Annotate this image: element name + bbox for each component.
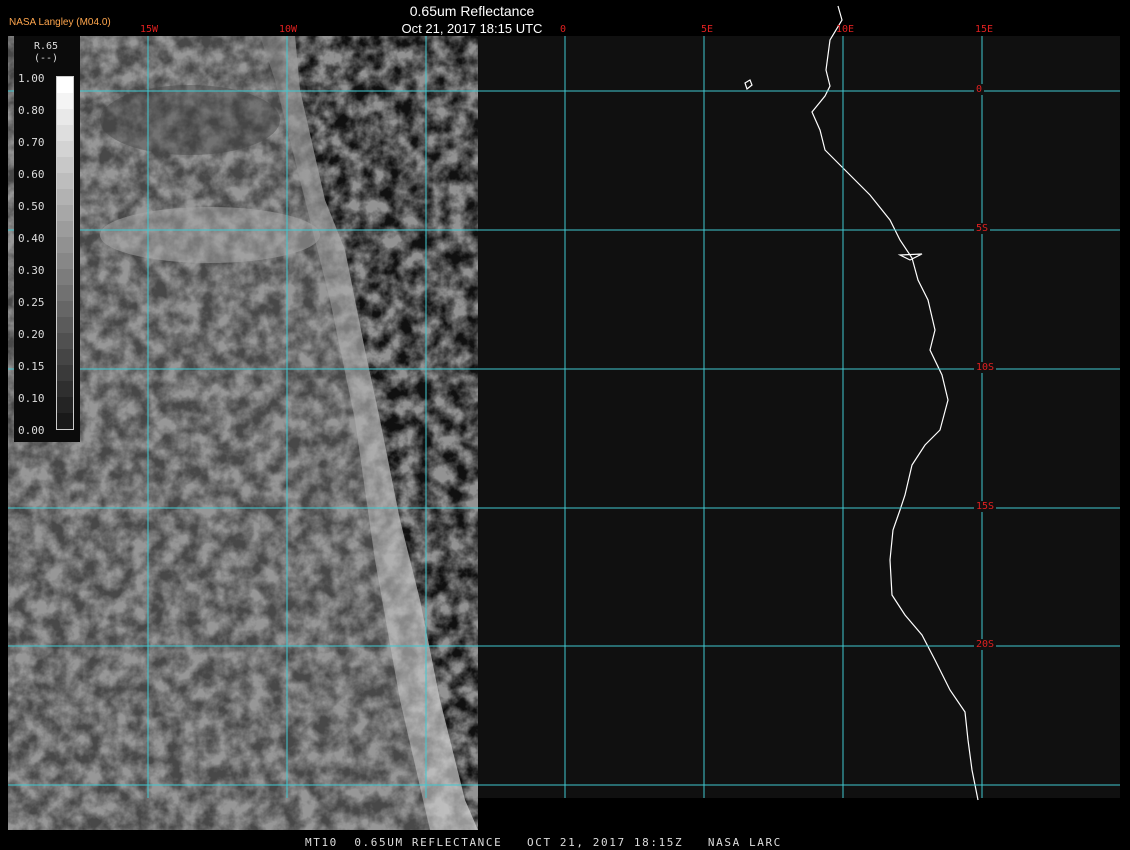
legend-step	[57, 93, 73, 109]
lat-label-5s: 5S	[974, 223, 991, 234]
legend-step	[57, 381, 73, 397]
legend-label: 0.00	[18, 424, 45, 437]
lat-label-15s: 15S	[974, 501, 997, 512]
legend-step	[57, 317, 73, 333]
lon-label-0: 0	[560, 24, 567, 35]
legend-label: 0.20	[18, 328, 45, 341]
legend-step	[57, 269, 73, 285]
lon-label-15e: 15E	[975, 24, 994, 35]
legend-label: 0.25	[18, 296, 45, 309]
product-title: 0.65um Reflectance	[409, 3, 535, 19]
legend-step	[57, 237, 73, 253]
legend-step	[57, 365, 73, 381]
legend-step	[57, 189, 73, 205]
legend-units: (--)	[34, 53, 59, 64]
legend-step	[57, 413, 73, 429]
legend-label: 0.80	[18, 104, 45, 117]
lon-label-10e: 10E	[836, 24, 855, 35]
legend-step	[57, 397, 73, 413]
legend-step	[57, 141, 73, 157]
legend-step	[57, 349, 73, 365]
lat-label-10s: 10S	[974, 362, 997, 373]
legend-step	[57, 109, 73, 125]
legend-step	[57, 221, 73, 237]
legend-colorbar	[56, 76, 74, 430]
legend-label: 0.70	[18, 136, 45, 149]
lon-label-5e: 5E	[701, 24, 714, 35]
legend-step	[57, 301, 73, 317]
legend-step	[57, 285, 73, 301]
lon-label-10w: 10W	[279, 24, 298, 35]
legend-name: R.65	[34, 41, 59, 52]
color-legend: R.65 (--) 1.00 0.80 0.70 0.60 0.50 0.40 0.30 0.…	[14, 36, 80, 442]
legend-step	[57, 205, 73, 221]
legend-step	[57, 125, 73, 141]
footer-caption: MT10 0.65UM REFLECTANCE OCT 21, 2017 18:…	[305, 836, 782, 849]
legend-label: 0.60	[18, 168, 45, 181]
legend-step	[57, 333, 73, 349]
legend-label: 0.40	[18, 232, 45, 245]
lat-label-0: 0	[974, 84, 985, 95]
lat-label-20s: 20S	[974, 639, 997, 650]
legend-label: 0.50	[18, 200, 45, 213]
legend-label: 0.10	[18, 392, 45, 405]
legend-step	[57, 173, 73, 189]
legend-label: 1.00	[18, 72, 45, 85]
lon-label-15w: 15W	[140, 24, 159, 35]
legend-label: 0.30	[18, 264, 45, 277]
legend-label: 0.15	[18, 360, 45, 373]
legend-step	[57, 77, 73, 93]
legend-step	[57, 157, 73, 173]
legend-step	[57, 253, 73, 269]
satellite-map	[8, 5, 1120, 830]
